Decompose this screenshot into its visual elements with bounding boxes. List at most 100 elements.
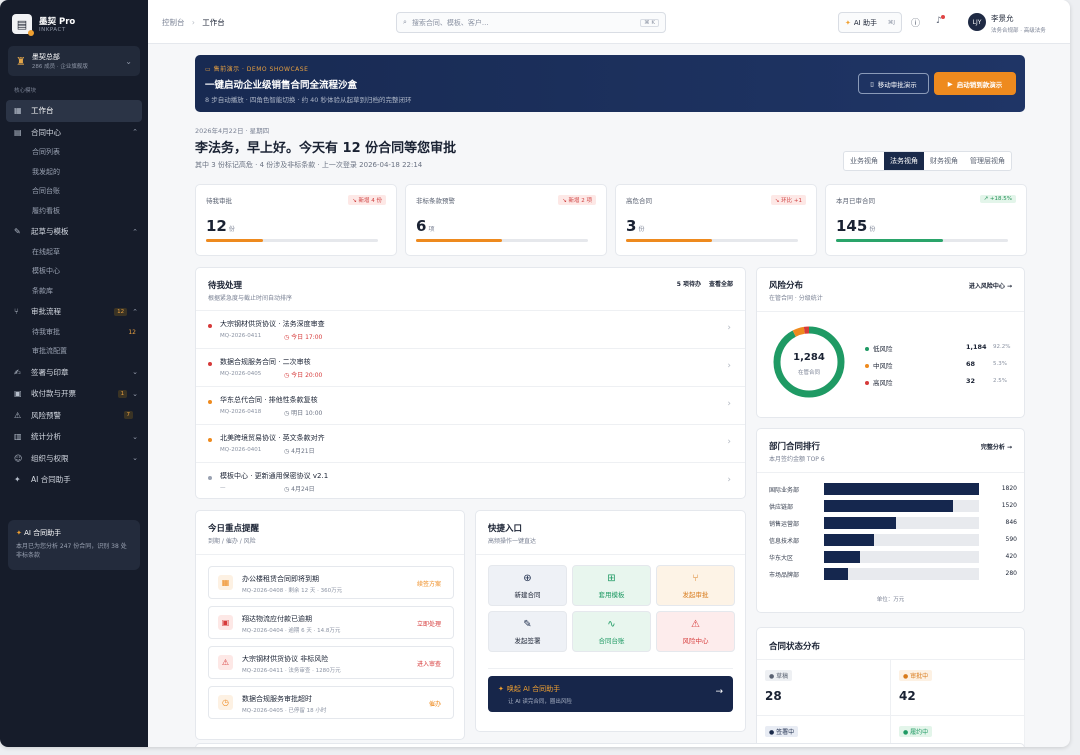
view-switcher: 业务视角 法务视角 财务视角 管理层视角 <box>843 151 1012 171</box>
search-input[interactable]: ⌕ 搜索合同、模板、客户... ⌘ K <box>396 12 666 33</box>
view-tab-2[interactable]: 财务视角 <box>924 152 964 170</box>
risk-value: 32 <box>966 377 976 385</box>
sidebar-subitem[interactable]: 条款库 <box>0 282 148 302</box>
priority-dot <box>208 400 212 404</box>
sidebar-item-5[interactable]: ▣ 收付款与开票 1 ⌄ <box>0 383 148 405</box>
reminder-item[interactable]: ⚠ 大宗钢材供货协议 非标风险 MQ-2026-0411 · 法务审查 · 1280… <box>208 646 454 679</box>
sidebar-subitem[interactable]: 待我审批 12 <box>0 323 148 343</box>
ai-shortcut: ⌘J <box>887 19 895 26</box>
breadcrumb-root[interactable]: 控制台 <box>162 18 185 27</box>
sidebar-item-9[interactable]: ✦ AI 合同助手 <box>0 469 148 491</box>
ai-assistant-button[interactable]: ✦ AI 助手 ⌘J <box>838 12 902 33</box>
quick-action-icon: ⊕ <box>523 572 532 584</box>
stat-card[interactable]: 待我审批 ↘ 新增 4 份 12 份 <box>195 184 397 256</box>
priority-dot <box>208 362 212 366</box>
ai-launch-title: 唤起 AI 合同助手 <box>506 685 561 693</box>
quick-action-icon: ⑂ <box>692 572 699 584</box>
dept-analysis-link[interactable]: 完整分析 → <box>981 442 1012 451</box>
sidebar-subitem[interactable]: 合同台账 <box>0 182 148 202</box>
pending-row-title: 模板中心 · 更新通用保密协议 v2.1 <box>220 472 329 480</box>
sidebar-subitem[interactable]: 履约看板 <box>0 202 148 222</box>
pending-row[interactable]: 模板中心 · 更新通用保密协议 v2.1— ◷ 4月24日 › <box>196 462 745 500</box>
view-tab-1[interactable]: 法务视角 <box>884 152 924 170</box>
pending-row-code: — <box>220 485 226 491</box>
avatar[interactable]: LJY <box>968 13 986 31</box>
sidebar-item-7[interactable]: ▥ 统计分析 ⌄ <box>0 426 148 448</box>
status-cell[interactable]: ● 审批中 42 <box>891 660 1025 716</box>
quick-action-5[interactable]: ⚠ 风险中心 <box>656 611 735 652</box>
pending-row[interactable]: 数据合规服务合同 · 二次审核 MQ-2026-0405 ◷ 今日 20:00 › <box>196 348 745 386</box>
user-info[interactable]: 李景允 法务合规部 · 高级法务 <box>991 13 1046 34</box>
chevron-right-icon: › <box>727 475 731 485</box>
notification-dot <box>941 15 945 19</box>
stat-progress <box>836 239 1008 242</box>
reminder-item[interactable]: ▣ 翔达物流应付款已逾期 MQ-2026-0404 · 逾期 6 天 · 14.8万… <box>208 606 454 639</box>
reminder-action[interactable]: 催办 <box>429 699 441 708</box>
sidebar-item-1[interactable]: ▤ 合同中心 ⌃ <box>0 122 148 144</box>
quick-action-0[interactable]: ⊕ 新建合同 <box>488 565 567 606</box>
status-cell[interactable]: ● 草稿 28 <box>757 660 891 716</box>
chevron-down-icon: ⌄ <box>132 454 138 463</box>
quick-action-1[interactable]: ⊞ 套用模板 <box>572 565 651 606</box>
risk-title: 风险分布 <box>769 281 804 291</box>
dept-name: 信息技术部 <box>769 538 800 545</box>
sidebar-subitem[interactable]: 在线起草 <box>0 243 148 263</box>
reminder-action[interactable]: 进入审查 <box>417 659 441 668</box>
main-content: ▭ 售前演示 · DEMO SHOWCASE 一键启动企业级销售合同全流程沙盒 … <box>148 45 1070 747</box>
dept-value: 590 <box>1005 536 1017 543</box>
sidebar-subitem[interactable]: 合同列表 <box>0 143 148 163</box>
sidebar-item-2[interactable]: ✎ 起草与模板 ⌃ <box>0 221 148 243</box>
sidebar: ▤ 墨契 Pro INKPACT ♜ 墨契总部 286 成员 · 企业旗舰版 ⌄… <box>0 0 148 747</box>
pending-row[interactable]: 北美跨境贸易协议 · 英文条款对齐 MQ-2026-0401 ◷ 4月21日 › <box>196 424 745 462</box>
pending-row[interactable]: 大宗钢材供货协议 · 法务深度审查 MQ-2026-0411 ◷ 今日 17:00 › <box>196 310 745 348</box>
start-demo-button[interactable]: ▶ 启动销到款演示 <box>934 72 1016 95</box>
stat-card[interactable]: 本月已审合同 ↗ +18.5% 145 份 <box>825 184 1027 256</box>
dept-unit: 单位：万元 <box>876 597 905 603</box>
org-switcher[interactable]: ♜ 墨契总部 286 成员 · 企业旗舰版 ⌄ <box>8 46 140 76</box>
risk-center-link[interactable]: 进入风险中心 → <box>969 281 1012 290</box>
ai-assistant-launch[interactable]: ✦ 唤起 AI 合同助手 让 AI 读完合同，圈出风险 → <box>488 676 733 712</box>
ai-launch-desc: 让 AI 读完合同，圈出风险 <box>508 699 572 705</box>
ai-assistant-card[interactable]: ✦ AI 合同助手 本月已为您分析 247 份合同，识别 38 处非标条款 <box>8 520 140 570</box>
reminder-item[interactable]: ▦ 办公楼租赁合同即将到期 MQ-2026-0408 · 剩余 12 天 · 360… <box>208 566 454 599</box>
sidebar-item-6[interactable]: ⚠ 风险预警 7 <box>0 405 148 427</box>
sidebar-item-4[interactable]: ✍ 签署与印章 ⌄ <box>0 362 148 384</box>
sidebar-subitem[interactable]: 我发起的 <box>0 163 148 183</box>
chevron-right-icon: › <box>727 437 731 447</box>
sidebar-item-label: 统计分析 <box>31 432 61 442</box>
view-tab-0[interactable]: 业务视角 <box>844 152 884 170</box>
reminder-action[interactable]: 立即处理 <box>417 619 441 628</box>
stat-trend-badge: ↘ 新增 2 项 <box>558 195 596 205</box>
status-badge: ● 审批中 <box>899 670 933 681</box>
sidebar-item-label: 审批流程 <box>31 307 61 317</box>
reminder-action[interactable]: 续签方案 <box>417 579 441 588</box>
pending-row[interactable]: 华东总代合同 · 排他性条款复核 MQ-2026-0418 ◷ 明日 10:00 › <box>196 386 745 424</box>
view-tab-3[interactable]: 管理层视角 <box>964 152 1011 170</box>
mobile-demo-button[interactable]: ▯ 移动审批演示 <box>858 73 929 94</box>
risk-value: 1,184 <box>966 343 987 351</box>
quick-action-2[interactable]: ⑂ 发起审批 <box>656 565 735 606</box>
dept-name: 华东大区 <box>769 555 794 562</box>
reminder-item[interactable]: ◷ 数据合规服务审批超时 MQ-2026-0405 · 已停留 18 小时 催办 <box>208 686 454 719</box>
sidebar-item-0[interactable]: ▦ 工作台 <box>6 100 142 122</box>
status-badge: ● 草稿 <box>765 670 793 681</box>
quick-action-label: 风险中心 <box>682 636 709 645</box>
view-all-link[interactable]: 查看全部 <box>709 281 733 288</box>
status-badge: ● 签署中 <box>765 726 799 737</box>
quick-action-icon: ✎ <box>523 618 532 630</box>
sidebar-subitem[interactable]: 审批流配置 <box>0 342 148 362</box>
help-icon[interactable]: ⓘ <box>911 16 920 29</box>
sidebar-item-8[interactable]: ☺ 组织与权限 ⌄ <box>0 448 148 470</box>
quick-action-3[interactable]: ✎ 发起签署 <box>488 611 567 652</box>
risk-label: 高风险 <box>873 379 893 387</box>
quick-action-4[interactable]: ∿ 合同台账 <box>572 611 651 652</box>
pending-row-title: 华东总代合同 · 排他性条款复核 <box>220 396 318 404</box>
reminder-meta: MQ-2026-0408 · 剩余 12 天 · 360万元 <box>242 588 343 594</box>
sidebar-subitem-label: 合同列表 <box>32 148 60 156</box>
pending-title: 待我处理 <box>208 281 243 291</box>
sidebar-subitem[interactable]: 模板中心 <box>0 262 148 282</box>
sidebar-item-3[interactable]: ⑂ 审批流程 12 ⌃ <box>0 301 148 323</box>
stat-card[interactable]: 非标条款预警 ↘ 新增 2 项6项 <box>405 184 607 256</box>
stat-card[interactable]: 高危合同 ↘ 环比 +1 3 份 <box>615 184 817 256</box>
stat-value: 6 <box>416 217 427 235</box>
